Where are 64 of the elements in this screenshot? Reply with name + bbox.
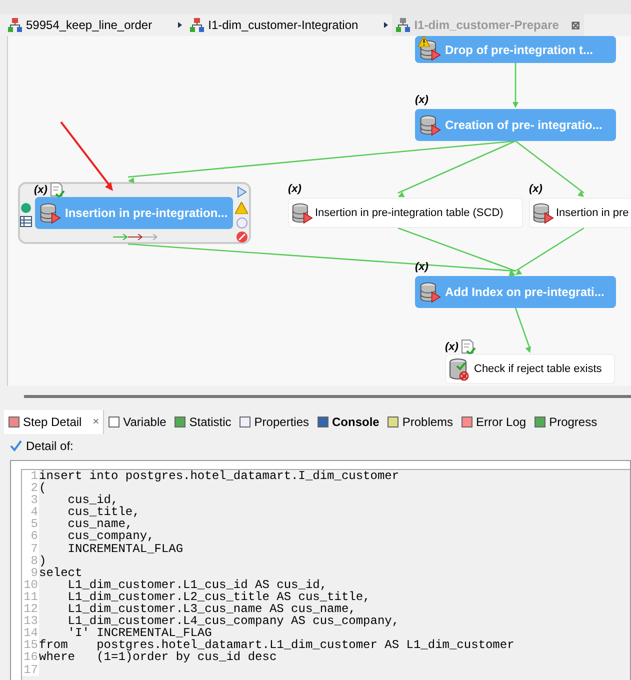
tab-icon (317, 416, 329, 428)
play-icon (237, 186, 247, 198)
line-number: 2 (22, 482, 39, 494)
table-icon (20, 216, 32, 227)
line-number: 17 (22, 664, 39, 676)
tab-icon (8, 416, 20, 428)
link-arrows-icon (113, 234, 157, 240)
line-number: 3 (22, 494, 39, 506)
panel-tab[interactable]: Error Log (457, 410, 530, 434)
database-icon (419, 114, 441, 136)
process-icon (396, 18, 410, 32)
check-icon (10, 440, 22, 452)
line-number: 6 (22, 530, 39, 543)
line-number: 10 (22, 578, 39, 591)
database-icon (291, 202, 313, 224)
code-editor[interactable] (21, 469, 630, 680)
panel-tab[interactable]: Variable (104, 410, 170, 434)
database-icon (419, 281, 441, 303)
breadcrumb-item[interactable]: I1-dim_customer-Prepare ⊠ (392, 14, 584, 36)
line-number: 14 (22, 627, 39, 640)
process-icon (190, 18, 204, 32)
step-node[interactable]: Check if reject table exists (445, 354, 615, 384)
panel-tab[interactable]: Console (313, 410, 384, 434)
stop-icon (236, 231, 248, 243)
tab-icon (461, 416, 474, 428)
variable-icon (20, 202, 32, 214)
tab-icon (239, 416, 252, 428)
line-number: 16 (22, 651, 39, 664)
panel-tab[interactable]: Step Detail × (4, 410, 104, 434)
database-icon (39, 202, 61, 224)
variable-marker: (x) (415, 94, 428, 106)
line-number: 9 (22, 566, 39, 579)
line-number: 7 (22, 542, 39, 555)
step-node[interactable]: Insertion in pre (529, 198, 631, 228)
variable-marker: (x) (288, 183, 302, 195)
variable-marker: (x) (529, 183, 542, 195)
line-number: 11 (22, 590, 39, 604)
line-number: 4 (22, 506, 39, 518)
process-icon (8, 18, 22, 32)
line-number: 12 (22, 603, 39, 616)
tab-icon (534, 416, 546, 428)
panel-tab[interactable]: Properties (235, 410, 313, 434)
line-number: 13 (22, 615, 39, 628)
panel-tab[interactable]: Progress (530, 410, 602, 434)
flow-connector (514, 308, 532, 353)
tab-icon (387, 416, 400, 428)
step-node[interactable]: Insertion in pre-integration table (SCD) (288, 198, 523, 228)
line-number: 8 (22, 554, 39, 567)
line-number: 15 (22, 639, 39, 652)
database-icon (532, 202, 554, 224)
warning-icon (235, 202, 248, 214)
tab-icon (174, 416, 186, 428)
line-number: 1 (22, 470, 39, 482)
pointer-arrow (60, 121, 113, 191)
panel-tab[interactable]: Problems (383, 410, 458, 434)
flow-connector (512, 63, 518, 108)
panel-tab[interactable]: Statistic (170, 410, 236, 434)
detail-label: Detail of: (26, 439, 74, 453)
variable-marker: (x) (445, 341, 458, 353)
breadcrumb-item[interactable]: I1-dim_customer-Integration (186, 14, 362, 36)
tab-icon (108, 416, 120, 428)
breadcrumb-item[interactable]: 59954_keep_line_order (4, 14, 156, 36)
variable-marker: (x) (34, 184, 48, 196)
line-number: 5 (22, 518, 39, 530)
